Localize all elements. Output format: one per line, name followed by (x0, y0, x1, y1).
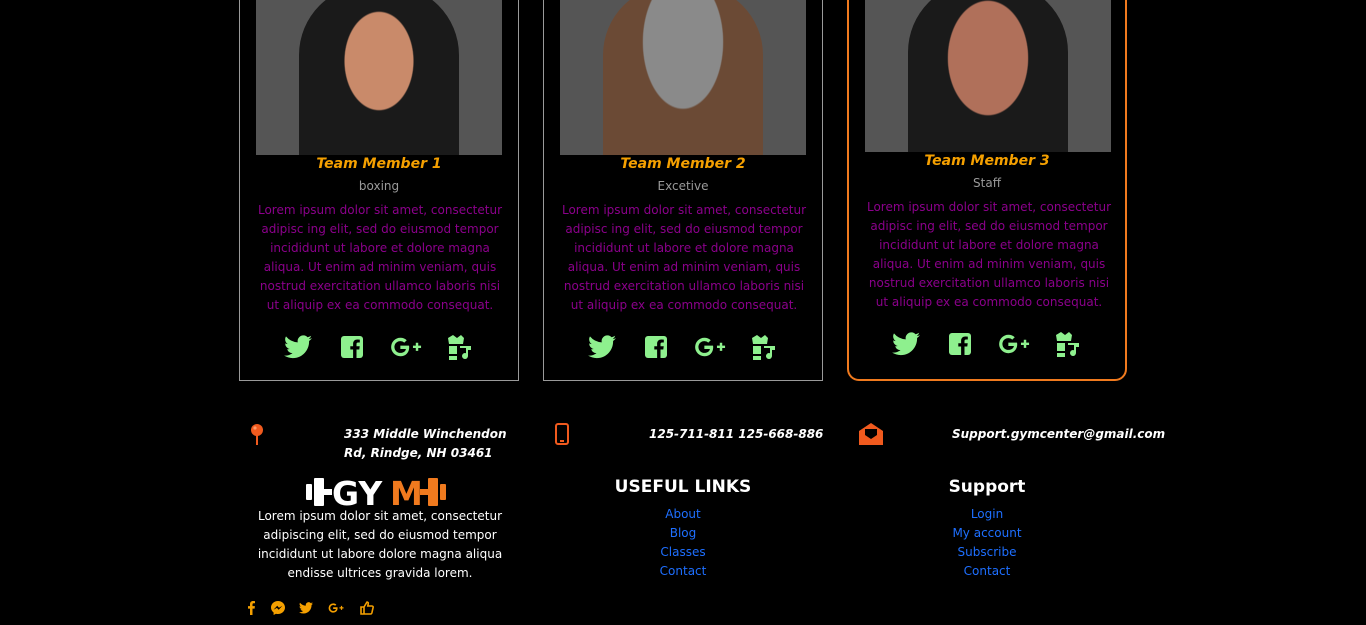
music-icon[interactable] (444, 331, 476, 363)
facebook-icon[interactable] (944, 328, 976, 360)
useful-links-list: About Blog Classes Contact (623, 505, 743, 581)
facebook-icon[interactable] (640, 331, 672, 363)
twitter-icon[interactable] (282, 331, 314, 363)
phone-number: 125-711-811 125-668-886 (649, 427, 824, 441)
google-plus-icon[interactable] (328, 600, 344, 616)
footer-link-subscribe[interactable]: Subscribe (927, 543, 1047, 562)
team-member-socials (849, 328, 1125, 360)
team-member-description: Lorem ipsum dolor sit amet, consectetur … (866, 200, 1112, 309)
support-title: Support (948, 477, 1026, 497)
team-member-description: Lorem ipsum dolor sit amet, consectetur … (257, 203, 503, 312)
team-member-name: Team Member 2 (620, 156, 746, 172)
footer-link-about[interactable]: About (623, 505, 743, 524)
facebook-icon[interactable] (243, 600, 259, 616)
team-member-socials (544, 331, 822, 363)
useful-links-title: USEFUL LINKS (614, 477, 752, 497)
google-plus-icon[interactable] (390, 331, 422, 363)
team-member-name: Team Member 3 (924, 153, 1050, 169)
team-card-2: Team Member 2 Excetive Lorem ipsum dolor… (543, 0, 823, 381)
footer-link-login[interactable]: Login (927, 505, 1047, 524)
footer-link-classes[interactable]: Classes (623, 543, 743, 562)
footer-link-my-account[interactable]: My account (927, 524, 1047, 543)
team-member-photo (560, 0, 806, 155)
team-member-socials (240, 331, 518, 363)
address-line-1: 333 Middle Winchendon (344, 427, 507, 441)
twitter-icon[interactable] (890, 328, 922, 360)
music-icon[interactable] (1052, 328, 1084, 360)
team-member-role: Excetive (657, 179, 709, 193)
music-icon[interactable] (748, 331, 780, 363)
team-member-role: boxing (358, 179, 400, 193)
facebook-icon[interactable] (336, 331, 368, 363)
team-member-description: Lorem ipsum dolor sit amet, consectetur … (561, 203, 807, 312)
footer-about: Lorem ipsum dolor sit amet, consectetur … (257, 509, 503, 580)
team-member-name: Team Member 1 (316, 156, 442, 172)
twitter-icon[interactable] (586, 331, 618, 363)
support-links-list: Login My account Subscribe Contact (927, 505, 1047, 581)
footer-link-support-contact[interactable]: Contact (927, 562, 1047, 581)
team-member-role: Staff (973, 176, 1001, 190)
footer-link-blog[interactable]: Blog (623, 524, 743, 543)
mail-icon (859, 423, 883, 449)
gym-logo[interactable]: GY M (304, 474, 456, 513)
logo-text-left: GY (332, 474, 383, 510)
team-card-3: Team Member 3 Staff Lorem ipsum dolor si… (847, 0, 1127, 381)
team-member-photo (256, 0, 502, 155)
thumbs-up-icon[interactable] (359, 600, 375, 616)
google-plus-icon[interactable] (998, 328, 1030, 360)
team-card-1: Team Member 1 boxing Lorem ipsum dolor s… (239, 0, 519, 381)
google-plus-icon[interactable] (694, 331, 726, 363)
team-member-photo (865, 0, 1111, 152)
messenger-icon[interactable] (270, 600, 286, 616)
logo-text-right: M (390, 474, 423, 510)
map-pin-icon (250, 423, 264, 449)
address: 333 Middle Winchendon Rd, Rindge, NH 034… (344, 425, 507, 463)
address-line-2: Rd, Rindge, NH 03461 (344, 446, 493, 460)
phone-icon (555, 423, 569, 449)
twitter-icon[interactable] (298, 600, 314, 616)
footer-link-contact[interactable]: Contact (623, 562, 743, 581)
email-address[interactable]: Support.gymcenter@gmail.com (952, 425, 1165, 444)
